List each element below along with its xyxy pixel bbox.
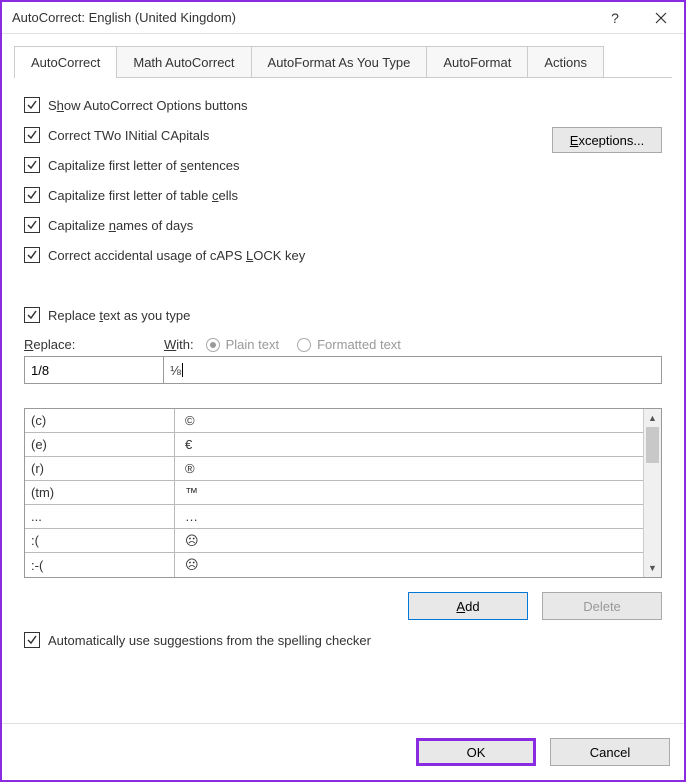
replace-label: Replace: (24, 337, 164, 352)
radio-icon (297, 338, 311, 352)
ok-button[interactable]: OK (416, 738, 536, 766)
radio-icon (206, 338, 220, 352)
help-button[interactable]: ? (592, 2, 638, 34)
with-input[interactable]: ⅛ (163, 356, 662, 384)
autocorrect-list: (c)©(e)€(r)®(tm)™...…:(☹:-(☹ ▲ ▼ (24, 408, 662, 578)
scroll-down-icon[interactable]: ▼ (644, 559, 661, 577)
dialog-footer: OK Cancel (2, 723, 684, 780)
check-first-letter-sentences[interactable] (24, 157, 40, 173)
list-item-with: ™ (175, 485, 198, 500)
list-item-replace: ... (25, 505, 175, 528)
list-item-with: … (175, 509, 198, 524)
check-first-letter-cells[interactable] (24, 187, 40, 203)
check-names-of-days[interactable] (24, 217, 40, 233)
label-first-letter-cells: Capitalize first letter of table cells (48, 188, 238, 203)
list-item[interactable]: :-(☹ (25, 553, 643, 577)
list-item-with: © (175, 413, 195, 428)
tab-panel: Show AutoCorrect Options buttons Correct… (2, 79, 684, 705)
exceptions-button[interactable]: Exceptions... (552, 127, 662, 153)
window-title: AutoCorrect: English (United Kingdom) (12, 10, 592, 25)
list-item-replace: :-( (25, 553, 175, 577)
titlebar: AutoCorrect: English (United Kingdom) ? (2, 2, 684, 34)
list-item-with: ☹ (175, 533, 199, 549)
replace-input[interactable] (24, 356, 164, 384)
list-item[interactable]: (tm)™ (25, 481, 643, 505)
tab-actions[interactable]: Actions (527, 46, 604, 78)
checkmark-icon (26, 159, 38, 171)
cancel-button[interactable]: Cancel (550, 738, 670, 766)
check-show-options[interactable] (24, 97, 40, 113)
list-item[interactable]: ...… (25, 505, 643, 529)
list-item-with: ☹ (175, 557, 199, 573)
check-caps-lock[interactable] (24, 247, 40, 263)
add-button[interactable]: Add (408, 592, 528, 620)
close-button[interactable] (638, 2, 684, 34)
label-replace-as-you-type: Replace text as you type (48, 308, 190, 323)
tab-autoformat-as-you-type[interactable]: AutoFormat As You Type (251, 46, 428, 78)
checkmark-icon (26, 634, 38, 646)
autocorrect-dialog: AutoCorrect: English (United Kingdom) ? … (0, 0, 686, 782)
scroll-thumb[interactable] (646, 427, 659, 463)
tab-strip: AutoCorrect Math AutoCorrect AutoFormat … (2, 34, 684, 78)
label-names-of-days: Capitalize names of days (48, 218, 193, 233)
list-item-replace: (e) (25, 433, 175, 456)
scrollbar[interactable]: ▲ ▼ (643, 409, 661, 577)
with-label: With: (164, 337, 194, 352)
list-item-replace: (r) (25, 457, 175, 480)
list-item-replace: (c) (25, 409, 175, 432)
list-item-with: ® (175, 461, 195, 476)
list-item-replace: :( (25, 529, 175, 552)
list-item[interactable]: :(☹ (25, 529, 643, 553)
list-item-replace: (tm) (25, 481, 175, 504)
check-two-initial-caps[interactable] (24, 127, 40, 143)
radio-formatted-text: Formatted text (297, 337, 401, 352)
close-icon (655, 12, 667, 24)
check-replace-as-you-type[interactable] (24, 307, 40, 323)
scroll-up-icon[interactable]: ▲ (644, 409, 661, 427)
check-spelling-suggestions[interactable] (24, 632, 40, 648)
list-item[interactable]: (e)€ (25, 433, 643, 457)
list-item-with: € (175, 437, 192, 452)
checkmark-icon (26, 189, 38, 201)
tab-autoformat[interactable]: AutoFormat (426, 46, 528, 78)
tab-math-autocorrect[interactable]: Math AutoCorrect (116, 46, 251, 78)
checkmark-icon (26, 309, 38, 321)
checkmark-icon (26, 99, 38, 111)
tab-autocorrect[interactable]: AutoCorrect (14, 46, 117, 78)
radio-plain-text: Plain text (206, 337, 279, 352)
label-show-options: Show AutoCorrect Options buttons (48, 98, 247, 113)
text-cursor (182, 363, 183, 377)
label-spelling-suggestions: Automatically use suggestions from the s… (48, 633, 371, 648)
checkmark-icon (26, 219, 38, 231)
checkmark-icon (26, 129, 38, 141)
list-item[interactable]: (r)® (25, 457, 643, 481)
delete-button: Delete (542, 592, 662, 620)
list-item[interactable]: (c)© (25, 409, 643, 433)
label-two-initial-caps: Correct TWo INitial CApitals (48, 128, 209, 143)
checkmark-icon (26, 249, 38, 261)
label-caps-lock: Correct accidental usage of cAPS LOCK ke… (48, 248, 305, 263)
label-first-letter-sentences: Capitalize first letter of sentences (48, 158, 239, 173)
